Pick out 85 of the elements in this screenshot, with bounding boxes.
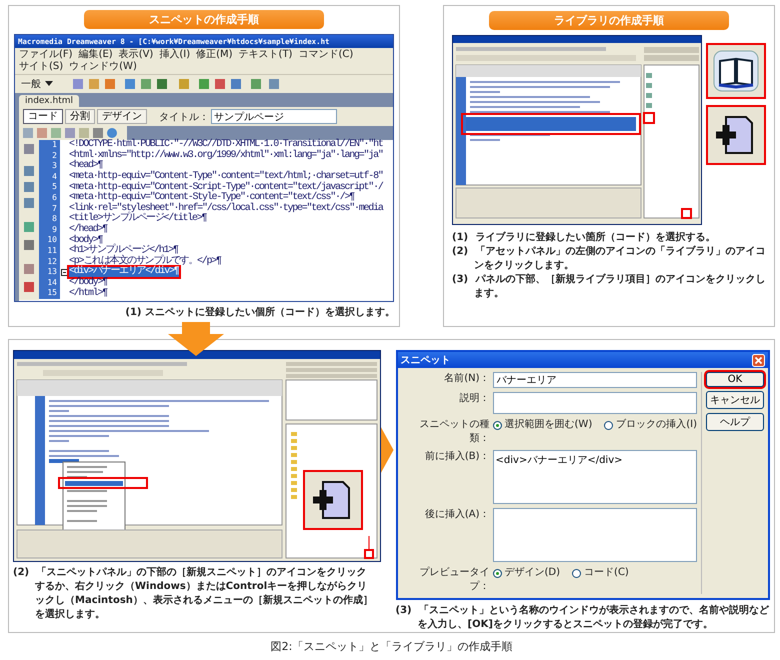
menu-item[interactable]: 表示(V) [118, 49, 154, 61]
line-number: 9 [39, 224, 60, 236]
menu-item[interactable]: テキスト(T) [238, 49, 292, 61]
text-area[interactable]: <div>バナーエリア</div> [492, 450, 697, 504]
close-icon[interactable] [752, 354, 765, 366]
toolbar-icons-drawing[interactable] [19, 126, 127, 140]
code-line: <meta·http-equiv="Content-Script-Type"·content="text/javascript"·/ [69, 182, 383, 193]
radio-label[interactable]: デザイン(D) [504, 566, 560, 580]
line-number: 12 [39, 256, 60, 268]
new-item-icon [303, 470, 363, 530]
collapse-icon[interactable] [61, 268, 68, 276]
code-line: </body>¶ [69, 278, 108, 288]
menu-item[interactable]: 挿入(I) [159, 49, 190, 61]
line-number: 6 [39, 192, 60, 204]
step-text: (2) 「アセットパネル」の左側のアイコンの「ライブラリ」のアイコンをクリックします。 [452, 245, 766, 273]
code-line: <!DOCTYPE·html·PUBLIC·"-//W3C//DTD·XHTML·1.0·Transitional//EN"·"ht [69, 140, 383, 150]
line-number: 1 [39, 140, 60, 151]
field-label: 説明： [458, 392, 490, 406]
view-button[interactable]: 分割 [65, 109, 95, 124]
text-area[interactable] [492, 508, 697, 562]
menu-item[interactable]: 編集(E) [78, 49, 113, 61]
field-label: 名前(N)： [443, 372, 490, 386]
line-number: 10 [39, 235, 60, 246]
side-toolbar-drawing[interactable] [19, 140, 39, 300]
radio-label[interactable]: コード(C) [584, 566, 629, 580]
dialog-title: スニペット [400, 354, 451, 367]
view-button[interactable]: コード [23, 109, 63, 124]
document-tab[interactable]: index.html [19, 95, 79, 107]
line-number: 2 [39, 150, 60, 162]
step-caption: (1) スニペットに登録したい個所（コード）を選択します。 [125, 306, 395, 320]
line-number: 13 [39, 267, 60, 278]
radio-icon[interactable] [492, 568, 502, 578]
menu-item[interactable]: 修正(M) [196, 49, 233, 61]
category-dropdown[interactable]: 一般 [21, 77, 53, 91]
code-line: </head>¶ [69, 225, 108, 236]
code-line: <p>これは本文のサンプルです。</p>¶ [69, 256, 221, 267]
radio-label[interactable]: ブロックの挿入(I) [616, 418, 697, 432]
step-text: (3) パネルの下部、［新規ライブラリ項目］のアイコンをクリックします。 [452, 273, 766, 301]
radio-icon[interactable] [492, 420, 502, 430]
down-arrow [168, 322, 224, 356]
step-text: (1) ライブラリに登録したい箇所（コード）を選択する。 [452, 231, 716, 245]
radio-icon[interactable] [604, 420, 614, 430]
code-line: <head>¶ [69, 161, 102, 172]
caret-icon [45, 81, 53, 87]
line-number: 5 [39, 182, 60, 193]
line-number: 8 [39, 214, 60, 225]
code-line: <link·rel="stylesheet"·href="/css/local.css"·type="text/css"·media [69, 204, 383, 214]
title-label: タイトル： [159, 110, 209, 124]
code-line: <html·xmlns="http://www.w3.org/1999/xhtml"·xml:lang="ja"·lang="ja" [69, 150, 383, 161]
menu-item[interactable]: ファイル(F) [19, 49, 73, 61]
section-heading: ライブラリの作成手順 [489, 11, 729, 30]
line-number: 7 [39, 204, 60, 214]
view-button[interactable]: デザイン [97, 109, 147, 124]
step-caption: (3) 「スニペット」という名称のウインドウが表示されますので、名前や説明などを入力し、[OK]をクリックするとスニペットの登録が完了です。 [396, 604, 770, 632]
menu-item[interactable]: コマンド(C) [298, 49, 354, 61]
code-line: <meta·http-equiv="Content-Style-Type"·content="text/css"·/>¶ [69, 193, 354, 204]
dialog-button[interactable]: OK [706, 372, 764, 387]
new-item-icon [706, 105, 766, 165]
title-field[interactable]: サンプルページ [211, 109, 337, 124]
line-number: 3 [39, 161, 60, 172]
code-line: </html>¶ [69, 288, 108, 299]
field-label: スニペットの種類： [418, 418, 490, 446]
dialog-button[interactable]: ヘルプ [706, 413, 764, 431]
field-label: 後に挿入(A)： [424, 508, 490, 522]
menu-item[interactable]: ウィンドウ(W) [69, 61, 137, 73]
book-icon [706, 43, 766, 99]
line-number: 4 [39, 172, 60, 182]
name-field[interactable]: バナーエリア [492, 372, 697, 388]
line-number: 14 [39, 278, 60, 288]
line-number: 15 [39, 288, 60, 299]
radio-icon[interactable] [572, 568, 582, 578]
text-area[interactable] [492, 392, 697, 414]
code-line: <body>¶ [69, 236, 102, 246]
section-heading: スニペットの作成手順 [84, 10, 324, 29]
dialog-button[interactable]: キャンセル [706, 391, 764, 409]
field-label: プレビュータイプ： [418, 566, 490, 594]
radio-label[interactable]: 選択範囲を囲む(W) [504, 418, 592, 432]
step-caption: (2) 「スニペットパネル」の下部の［新規スニペット］のアイコンをクリックするか、右クリック（Windows）またはControlキーを押しながらクリックし（Macintosh）、表示されるメニューの［新規スニペットの作成］を選択します。 [13, 566, 373, 622]
code-line: <meta·http-equiv="Content-Type"·content="text/html;·charset=utf-8" [69, 172, 383, 182]
menu-item[interactable]: サイト(S) [19, 61, 64, 73]
field-label: 前に挿入(B)： [424, 450, 490, 464]
code-line: <title>サンプルページ</title>¶ [69, 214, 206, 224]
line-number: 11 [39, 246, 60, 257]
code-line: <h1>サンプルページ</h1>¶ [69, 246, 178, 256]
figure-caption: 図2:「スニペット」と「ライブラリ」の作成手順 [270, 639, 514, 654]
